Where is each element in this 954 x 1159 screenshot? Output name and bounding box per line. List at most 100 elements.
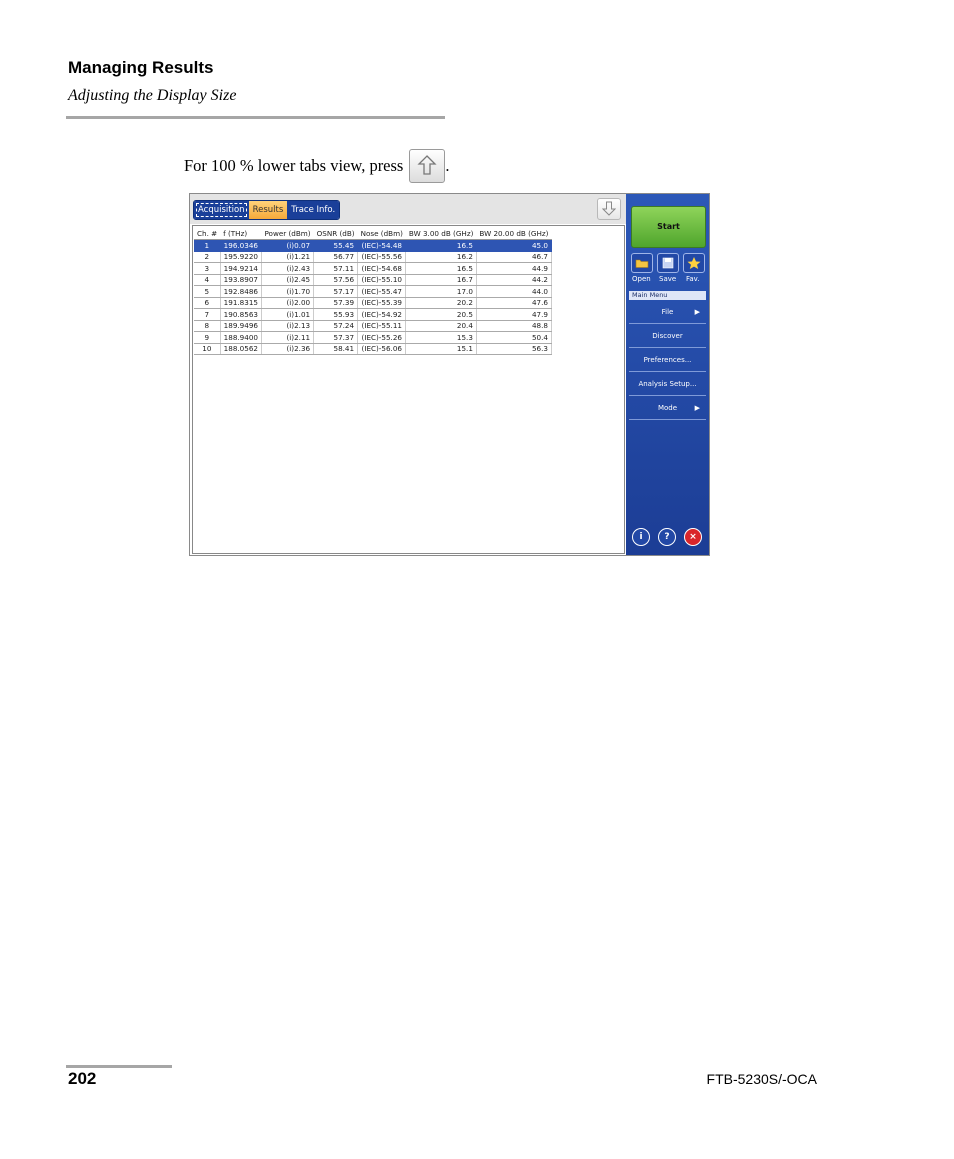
table-cell: 15.3: [405, 331, 477, 344]
table-cell: 55.45: [313, 239, 359, 252]
page-number: 202: [68, 1069, 97, 1088]
section-subtitle: Adjusting the Display Size: [68, 87, 237, 104]
open-button[interactable]: [631, 253, 653, 273]
table-cell: (IEC)-55.10: [357, 274, 407, 286]
table-cell: (i)1.21: [261, 251, 315, 263]
menu-item-label: Discover: [652, 332, 683, 340]
table-cell: 188.9400: [220, 331, 262, 344]
table-cell: 50.4: [476, 331, 552, 344]
close-icon[interactable]: ×: [684, 528, 702, 546]
table-row[interactable]: 4 193.8907 (i)2.45 57.56 (IEC)-55.10 16.7 44.2: [194, 274, 552, 286]
column-header[interactable]: Nose (dBm): [357, 228, 406, 240]
instruction-text: For 100 % lower tabs view, press: [184, 156, 404, 175]
column-header[interactable]: BW 3.00 dB (GHz): [405, 228, 477, 240]
table-cell: 8: [194, 320, 221, 332]
table-cell: (i)1.70: [261, 285, 315, 298]
table-cell: 45.0: [476, 239, 552, 252]
results-table: Ch. # f (THz) Power (dBm) OSNR (dB) Nose…: [194, 228, 552, 355]
table-cell: 6: [194, 297, 221, 309]
star-icon: [687, 257, 701, 269]
table-cell: 7: [194, 308, 221, 321]
column-header[interactable]: OSNR (dB): [313, 228, 358, 240]
table-cell: (IEC)-56.06: [357, 343, 407, 355]
menu-item-file[interactable]: File ▶: [629, 300, 706, 324]
menu-item-analysis-setup[interactable]: Analysis Setup...: [629, 372, 706, 396]
table-cell: 196.0346: [220, 239, 262, 252]
table-cell: 191.8315: [220, 297, 262, 309]
table-cell: 20.5: [405, 308, 477, 321]
table-cell: 3: [194, 262, 221, 275]
column-header[interactable]: Ch. #: [194, 228, 221, 240]
table-cell: 57.37: [313, 331, 359, 344]
table-cell: 16.5: [405, 239, 477, 252]
table-cell: 48.8: [476, 320, 552, 332]
tab-acquisition[interactable]: Acquisition: [194, 201, 249, 219]
tab-trace-info[interactable]: Trace Info.: [287, 201, 340, 219]
table-cell: (IEC)-55.56: [357, 251, 407, 263]
table-row[interactable]: 6 191.8315 (i)2.00 57.39 (IEC)-55.39 20.2 47.6: [194, 297, 552, 309]
column-header[interactable]: Power (dBm): [261, 228, 314, 240]
side-panel: Start Open Save Fav. Main Menu File ▶ Di…: [626, 194, 709, 555]
help-icon[interactable]: ?: [658, 528, 676, 546]
table-cell: (i)0.07: [261, 239, 315, 252]
table-row[interactable]: 5 192.8486 (i)1.70 57.17 (IEC)-55.47 17.0 44.0: [194, 285, 552, 298]
table-row[interactable]: 1 196.0346 (i)0.07 55.45 (IEC)-54.48 16.5 45.0: [194, 239, 552, 252]
folder-icon: [635, 259, 649, 268]
save-button[interactable]: [657, 253, 679, 273]
footer-rule: [66, 1065, 172, 1068]
table-cell: 194.9214: [220, 262, 262, 275]
table-row[interactable]: 7 190.8563 (i)1.01 55.93 (IEC)-54.92 20.5 47.9: [194, 308, 552, 321]
table-cell: 44.2: [476, 274, 552, 286]
table-cell: 10: [194, 343, 221, 355]
info-icon[interactable]: i: [632, 528, 650, 546]
tab-group: Acquisition Results Trace Info.: [193, 200, 341, 220]
menu-item-mode[interactable]: Mode ▶: [629, 396, 706, 420]
menu-item-label: Analysis Setup...: [638, 380, 697, 388]
column-header[interactable]: BW 20.00 dB (GHz): [476, 228, 552, 240]
table-cell: 15.1: [405, 343, 477, 355]
up-arrow-icon: [409, 149, 446, 183]
menu-item-discover[interactable]: Discover: [629, 324, 706, 348]
menu-item-label: Preferences...: [643, 356, 692, 364]
tab-bar: Acquisition Results Trace Info.: [190, 194, 626, 224]
table-row[interactable]: 2 195.9220 (i)1.21 56.77 (IEC)-55.56 16.2 46.7: [194, 251, 552, 263]
table-cell: 58.41: [313, 343, 359, 355]
table-row[interactable]: 9 188.9400 (i)2.11 57.37 (IEC)-55.26 15.3 50.4: [194, 331, 552, 344]
table-cell: 56.77: [313, 251, 359, 263]
table-cell: (i)2.13: [261, 320, 315, 332]
table-header-row: Ch. # f (THz) Power (dBm) OSNR (dB) Nose…: [194, 228, 552, 240]
table-cell: 192.8486: [220, 285, 262, 298]
table-cell: (i)2.45: [261, 274, 315, 286]
save-label: Save: [659, 275, 677, 283]
table-cell: 57.56: [313, 274, 359, 286]
table-cell: 46.7: [476, 251, 552, 263]
section-title: Managing Results: [68, 58, 214, 77]
table-cell: 9: [194, 331, 221, 344]
start-button[interactable]: Start: [631, 206, 706, 248]
tab-results[interactable]: Results: [248, 201, 288, 219]
table-cell: 16.2: [405, 251, 477, 263]
favorites-button[interactable]: [683, 253, 705, 273]
table-row[interactable]: 10 188.0562 (i)2.36 58.41 (IEC)-56.06 15.1 56.…: [194, 343, 552, 355]
table-cell: (IEC)-54.48: [357, 239, 407, 252]
table-cell: 4: [194, 274, 221, 286]
column-header[interactable]: f (THz): [220, 228, 262, 240]
open-label: Open: [632, 275, 651, 283]
table-cell: 56.3: [476, 343, 552, 355]
menu-item-preferences[interactable]: Preferences...: [629, 348, 706, 372]
table-cell: (i)2.00: [261, 297, 315, 309]
table-cell: (IEC)-55.26: [357, 331, 407, 344]
menu-item-label: File: [661, 308, 674, 316]
down-arrow-button[interactable]: [597, 198, 621, 220]
table-cell: 193.8907: [220, 274, 262, 286]
table-row[interactable]: 8 189.9496 (i)2.13 57.24 (IEC)-55.11 20.4 48.8: [194, 320, 552, 332]
table-cell: 55.93: [313, 308, 359, 321]
table-cell: 2: [194, 251, 221, 263]
chevron-right-icon: ▶: [694, 404, 700, 412]
table-cell: (IEC)-54.92: [357, 308, 407, 321]
table-cell: 16.5: [405, 262, 477, 275]
table-row[interactable]: 3 194.9214 (i)2.43 57.11 (IEC)-54.68 16.5 44.9: [194, 262, 552, 275]
results-grid[interactable]: Ch. # f (THz) Power (dBm) OSNR (dB) Nose…: [192, 225, 625, 554]
table-cell: 44.9: [476, 262, 552, 275]
table-cell: (i)2.36: [261, 343, 315, 355]
